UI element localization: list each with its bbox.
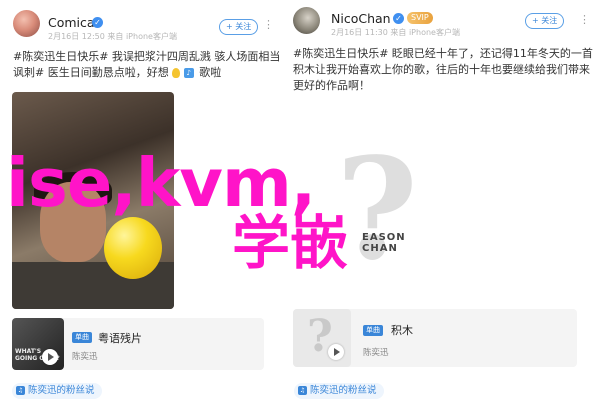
post-meta: 2月16日 12:50 来自 iPhone客户端 (48, 32, 177, 41)
fan-says-link[interactable]: ♫ 陈奕迅的粉丝说 (294, 383, 384, 399)
question-mark-art: ? (336, 128, 419, 292)
post-text-part-1: #陈奕迅生日快乐# 我误把浆汁四周乱溅 骇人场面相当讽刺# 医生日间勤恳点啦，好… (13, 50, 281, 79)
play-icon[interactable] (328, 344, 344, 360)
song-artist: 陈奕迅 (72, 352, 98, 362)
fan-icon: ♫ (298, 386, 307, 395)
avatar[interactable] (13, 10, 40, 37)
post-text: #陈奕迅生日快乐# 眨眼已经十年了，还记得11年冬天的一首积木让我开始喜欢上你的… (293, 47, 593, 92)
song-title: 粤语残片 (98, 332, 142, 345)
music-tag-icon: ♪ (183, 68, 194, 78)
follow-button[interactable]: + 关注 (219, 19, 259, 35)
post-text-part-2[interactable]: 歌啦 (199, 66, 221, 79)
more-icon[interactable]: ⋮ (263, 18, 275, 31)
fan-label: 陈奕迅的粉丝说 (28, 385, 95, 396)
fan-says-link[interactable]: ♫ 陈奕迅的粉丝说 (12, 383, 102, 399)
username[interactable]: Comical (48, 15, 98, 30)
play-icon[interactable] (42, 349, 58, 365)
bulb-icon (172, 68, 181, 78)
more-icon[interactable]: ⋮ (579, 13, 591, 26)
music-card[interactable]: ? 单曲 积木 陈奕迅 (293, 309, 577, 367)
post-text: #陈奕迅生日快乐# 我误把浆汁四周乱溅 骇人场面相当讽刺# 医生日间勤恳点啦，好… (13, 49, 281, 81)
avatar[interactable] (293, 7, 320, 34)
balloon (104, 217, 162, 279)
watermark-line-2: 学嵌 (232, 209, 349, 277)
username[interactable]: NicoChan (331, 11, 391, 26)
album-cover: ? (293, 309, 351, 367)
single-tag: 单曲 (72, 332, 92, 343)
post-meta: 2月16日 11:30 来自 iPhone客户端 (331, 28, 460, 37)
verified-icon: ✓ (92, 17, 103, 28)
song-artist: 陈奕迅 (363, 348, 389, 358)
song-title: 积木 (391, 324, 413, 337)
fan-label: 陈奕迅的粉丝说 (310, 385, 377, 396)
verified-icon: ✓ (393, 13, 404, 24)
album-cover: WHAT'S GOING ON...? (12, 318, 64, 370)
music-card[interactable]: WHAT'S GOING ON...? 单曲 粤语残片 陈奕迅 (12, 318, 264, 370)
follow-button[interactable]: + 关注 (525, 13, 565, 29)
single-tag: 单曲 (363, 325, 383, 336)
svip-badge: SVIP (407, 12, 433, 24)
watermark-line-1: ise,kvm, (6, 144, 316, 222)
fan-icon: ♫ (16, 386, 25, 395)
album-art-text: EASON CHAN (362, 232, 406, 254)
